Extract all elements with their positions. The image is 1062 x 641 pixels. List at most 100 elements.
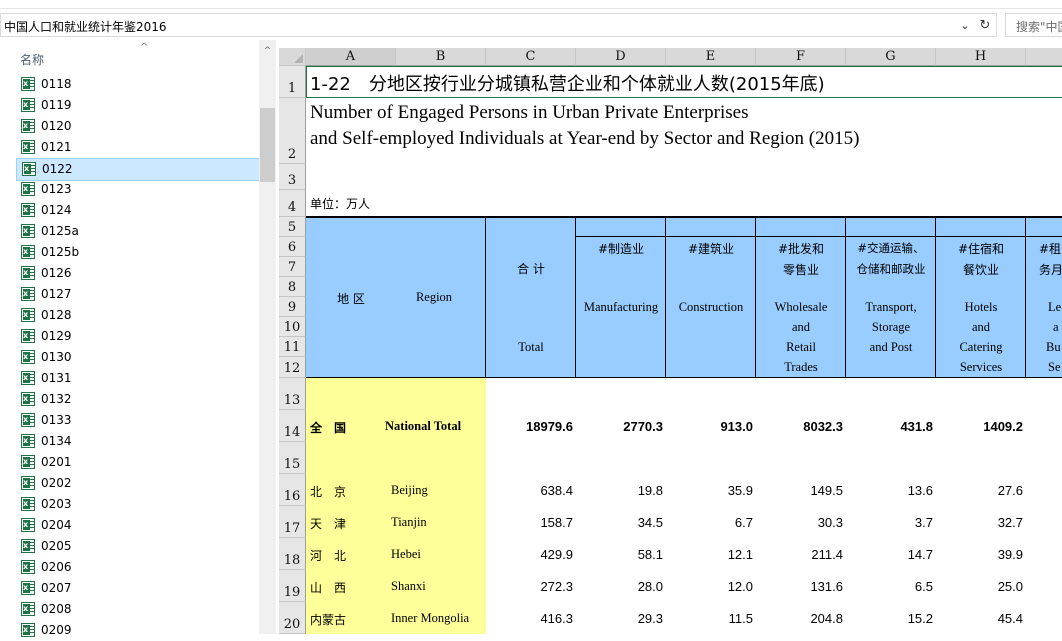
region-name-cn[interactable]: 天 津 — [310, 515, 346, 532]
file-item[interactable]: x 0206 — [16, 557, 258, 578]
cell-transport[interactable]: 6.5 — [846, 579, 933, 594]
cell-construction[interactable]: 12.0 — [666, 579, 753, 594]
row-header-6[interactable]: 6 — [279, 237, 306, 257]
cell-hotels[interactable]: 45.4 — [936, 611, 1023, 626]
cell-hotels[interactable]: 25.0 — [936, 579, 1023, 594]
file-item[interactable]: x 0209 — [16, 620, 258, 641]
search-input[interactable]: 搜索"中国 — [1005, 13, 1062, 37]
cell-manufacturing[interactable]: 34.5 — [576, 515, 663, 530]
cell-transport[interactable]: 15.2 — [846, 611, 933, 626]
region-name-cn[interactable]: 山 西 — [310, 579, 346, 596]
cell-total[interactable]: 416.3 — [486, 611, 573, 626]
cell-construction[interactable]: 12.1 — [666, 547, 753, 562]
row-header-11[interactable]: 11 — [279, 337, 306, 357]
cell-transport[interactable]: 13.6 — [846, 483, 933, 498]
column-header-g[interactable]: G — [846, 48, 936, 66]
row-header-20[interactable]: 20 — [279, 602, 306, 634]
column-header-next[interactable] — [1026, 48, 1062, 66]
cell-manufacturing[interactable]: 2770.3 — [576, 419, 663, 434]
cell-wholesale[interactable]: 204.8 — [756, 611, 843, 626]
cell-transport[interactable]: 431.8 — [846, 419, 933, 434]
row-header-8[interactable]: 8 — [279, 277, 306, 297]
cell-manufacturing[interactable]: 19.8 — [576, 483, 663, 498]
column-header-d[interactable]: D — [576, 48, 666, 66]
file-item[interactable]: x 0128 — [16, 305, 258, 326]
cell-construction[interactable]: 35.9 — [666, 483, 753, 498]
row-header-13[interactable]: 13 — [279, 378, 306, 410]
file-item[interactable]: x 0204 — [16, 515, 258, 536]
scroll-up-icon[interactable]: ^ — [259, 46, 276, 60]
file-item[interactable]: x 0208 — [16, 599, 258, 620]
cell-manufacturing[interactable]: 58.1 — [576, 547, 663, 562]
row-header-1[interactable]: 1 — [279, 66, 306, 98]
row-header-5[interactable]: 5 — [279, 217, 306, 237]
row-header-19[interactable]: 19 — [279, 570, 306, 602]
column-header-a[interactable]: A — [306, 48, 396, 66]
region-name-en[interactable]: Shanxi — [391, 579, 426, 594]
file-item[interactable]: x 0201 — [16, 452, 258, 473]
scrollbar-thumb[interactable] — [260, 108, 275, 182]
file-item[interactable]: x 0121 — [16, 137, 258, 158]
region-name-en[interactable]: Inner Mongolia — [391, 611, 469, 626]
chevron-down-icon[interactable]: ⌄ — [956, 17, 974, 35]
row-header-2[interactable]: 2 — [279, 98, 306, 164]
column-header-b[interactable]: B — [396, 48, 486, 66]
cell-total[interactable]: 638.4 — [486, 483, 573, 498]
cell-total[interactable]: 429.9 — [486, 547, 573, 562]
cell-construction[interactable]: 6.7 — [666, 515, 753, 530]
address-bar[interactable]: 中国人口和就业统计年鉴2016 ⌄ ↻ — [0, 13, 997, 37]
region-name-en[interactable]: National Total — [385, 419, 461, 434]
row-header-3[interactable]: 3 — [279, 164, 306, 190]
file-item[interactable]: x 0131 — [16, 368, 258, 389]
row-header-14[interactable]: 14 — [279, 410, 306, 442]
cell-wholesale[interactable]: 8032.3 — [756, 419, 843, 434]
row-header-12[interactable]: 12 — [279, 357, 306, 378]
file-item[interactable]: x 0130 — [16, 347, 258, 368]
file-item[interactable]: x 0127 — [16, 284, 258, 305]
table-title-en-line1[interactable]: Number of Engaged Persons in Urban Priva… — [310, 102, 748, 124]
cell-construction[interactable]: 11.5 — [666, 611, 753, 626]
cell-wholesale[interactable]: 211.4 — [756, 547, 843, 562]
cell-hotels[interactable]: 32.7 — [936, 515, 1023, 530]
file-item[interactable]: x 0133 — [16, 410, 258, 431]
cell-manufacturing[interactable]: 28.0 — [576, 579, 663, 594]
cell-hotels[interactable]: 27.6 — [936, 483, 1023, 498]
unit-label[interactable]: 单位：万人 — [310, 195, 370, 212]
file-item[interactable]: x 0119 — [16, 95, 258, 116]
row-header-16[interactable]: 16 — [279, 474, 306, 506]
file-item[interactable]: x 0132 — [16, 389, 258, 410]
column-header-f[interactable]: F — [756, 48, 846, 66]
cell-total[interactable]: 158.7 — [486, 515, 573, 530]
column-header-h[interactable]: H — [936, 48, 1026, 66]
region-name-cn[interactable]: 北 京 — [310, 483, 346, 500]
file-item[interactable]: x 0124 — [16, 200, 258, 221]
file-item[interactable]: x 0129 — [16, 326, 258, 347]
file-item[interactable]: x 0202 — [16, 473, 258, 494]
select-all-corner[interactable] — [279, 48, 306, 66]
file-list-scrollbar[interactable]: ^ — [259, 40, 276, 634]
file-item[interactable]: x 0134 — [16, 431, 258, 452]
cell-total[interactable]: 272.3 — [486, 579, 573, 594]
file-item[interactable]: x 0126 — [16, 263, 258, 284]
column-header-c[interactable]: C — [486, 48, 576, 66]
file-item[interactable]: x 0203 — [16, 494, 258, 515]
file-item[interactable]: x 0120 — [16, 116, 258, 137]
file-item[interactable]: x 0118 — [16, 74, 258, 95]
region-name-cn[interactable]: 河 北 — [310, 547, 346, 564]
row-header-18[interactable]: 18 — [279, 538, 306, 570]
cell-transport[interactable]: 3.7 — [846, 515, 933, 530]
cell-wholesale[interactable]: 30.3 — [756, 515, 843, 530]
cell-total[interactable]: 18979.6 — [486, 419, 573, 434]
cell-wholesale[interactable]: 149.5 — [756, 483, 843, 498]
row-header-17[interactable]: 17 — [279, 506, 306, 538]
row-header-9[interactable]: 9 — [279, 297, 306, 317]
region-name-cn[interactable]: 内蒙古 — [310, 611, 346, 628]
file-item[interactable]: x 0125b — [16, 242, 258, 263]
region-name-en[interactable]: Hebei — [391, 547, 421, 562]
column-header-e[interactable]: E — [666, 48, 756, 66]
row-header-7[interactable]: 7 — [279, 257, 306, 277]
row-header-15[interactable]: 15 — [279, 442, 306, 474]
cell-manufacturing[interactable]: 29.3 — [576, 611, 663, 626]
cell-hotels[interactable]: 39.9 — [936, 547, 1023, 562]
file-item[interactable]: x 0122 — [16, 158, 260, 181]
